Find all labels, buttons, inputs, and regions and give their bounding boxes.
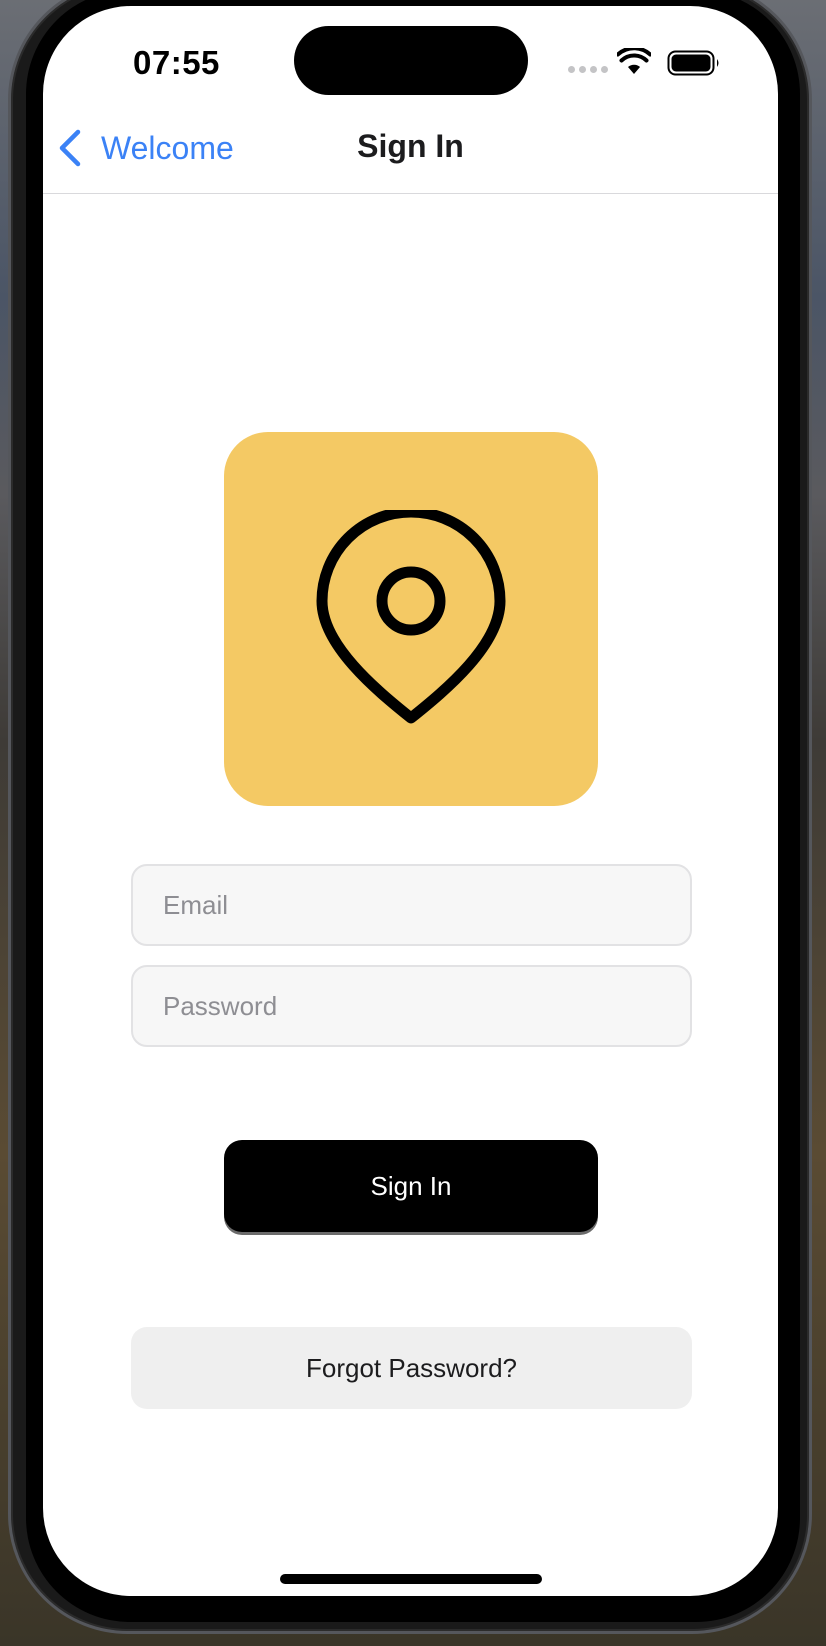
wifi-icon (617, 48, 651, 74)
app-screen: 07:55 Welcome Sign In Sign In Forgot (43, 6, 778, 1596)
home-indicator[interactable] (280, 1574, 542, 1584)
cellular-signal-icon (568, 66, 608, 73)
map-pin-icon (316, 510, 506, 724)
app-logo (224, 432, 598, 806)
navigation-bar: Welcome Sign In (43, 114, 778, 194)
status-time: 07:55 (133, 44, 220, 81)
email-field[interactable] (131, 864, 692, 946)
forgot-password-button[interactable]: Forgot Password? (131, 1327, 692, 1409)
page-title: Sign In (357, 128, 464, 164)
password-field[interactable] (131, 965, 692, 1047)
dynamic-island (294, 26, 528, 95)
battery-icon (667, 50, 719, 76)
sign-in-button[interactable]: Sign In (224, 1140, 598, 1232)
